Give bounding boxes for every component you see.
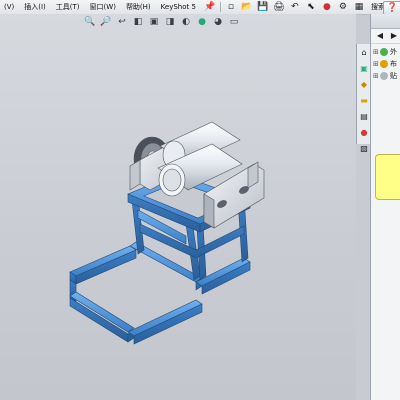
preview-swatch[interactable]: [375, 154, 400, 200]
task-pane-toolbar: ◀ ▶: [371, 29, 400, 44]
expand-icon[interactable]: ⊞: [373, 72, 380, 80]
scene-icon: [380, 60, 388, 68]
menu-help[interactable]: 帮助(H): [122, 0, 157, 14]
list-item[interactable]: ⊞ 布: [373, 58, 400, 70]
list-item-label: 贴: [390, 72, 397, 80]
appearance-tree: ⊞ 外 ⊞ 布 ⊞ 贴: [371, 44, 400, 82]
back-icon[interactable]: ◀: [374, 30, 386, 42]
list-item-label: 布: [390, 60, 397, 68]
open-icon[interactable]: 📂: [240, 1, 254, 13]
list-item-label: 外: [390, 48, 397, 56]
expand-icon[interactable]: ⊞: [373, 60, 380, 68]
traffic-light-icon[interactable]: ●: [320, 1, 334, 13]
expand-icon[interactable]: ⊞: [373, 48, 380, 56]
resources-tab-icon[interactable]: ▣: [358, 62, 370, 74]
home-tab-icon[interactable]: ⌂: [358, 46, 370, 58]
design-library-icon[interactable]: ◆: [358, 78, 370, 90]
view-palette-icon[interactable]: ▤: [358, 110, 370, 122]
list-item[interactable]: ⊞ 外: [373, 46, 400, 58]
task-pane-header: [371, 14, 400, 29]
list-item[interactable]: ⊞ 贴: [373, 70, 400, 82]
new-icon[interactable]: ▫: [224, 1, 238, 13]
save-icon[interactable]: 💾: [256, 1, 270, 13]
menu-insert[interactable]: 插入(I): [20, 0, 52, 14]
3d-model[interactable]: [0, 14, 356, 400]
appearances-icon[interactable]: ●: [358, 126, 370, 138]
grid-icon[interactable]: ▦: [352, 1, 366, 13]
help-icon[interactable]: ❓: [383, 1, 400, 15]
graphics-area[interactable]: 🔍 🔎 ↩ ◧ ▣ ◨ ◐ ● ◕ ▭: [0, 14, 356, 400]
task-pane: ◀ ▶ ⊞ 外 ⊞ 布 ⊞ 贴: [370, 14, 400, 400]
separator: [219, 2, 221, 12]
base-frame: [69, 241, 251, 345]
menu-window[interactable]: 窗口(W): [86, 0, 122, 14]
appearance-icon: [380, 48, 388, 56]
select-icon[interactable]: ⬉: [304, 1, 318, 13]
options-icon[interactable]: ⚙: [336, 1, 350, 13]
file-explorer-icon[interactable]: ▬: [358, 94, 370, 106]
menu-bar: (V) 插入(I) 工具(T) 窗口(W) 帮助(H) KeyShot 5 📌 …: [0, 0, 400, 15]
menu-tools[interactable]: 工具(T): [52, 0, 86, 14]
pin-icon[interactable]: 📌: [203, 1, 217, 13]
menu-keyshot[interactable]: KeyShot 5: [157, 0, 202, 14]
decal-icon: [380, 72, 388, 80]
forward-icon[interactable]: ▶: [388, 30, 400, 42]
print-icon[interactable]: 🖨: [272, 1, 286, 13]
undo-icon[interactable]: ↶: [288, 1, 302, 13]
custom-properties-icon[interactable]: ▧: [358, 142, 370, 154]
task-pane-tabs: ⌂ ▣ ◆ ▬ ▤ ● ▧: [356, 44, 371, 153]
menu-view[interactable]: (V): [0, 0, 20, 14]
